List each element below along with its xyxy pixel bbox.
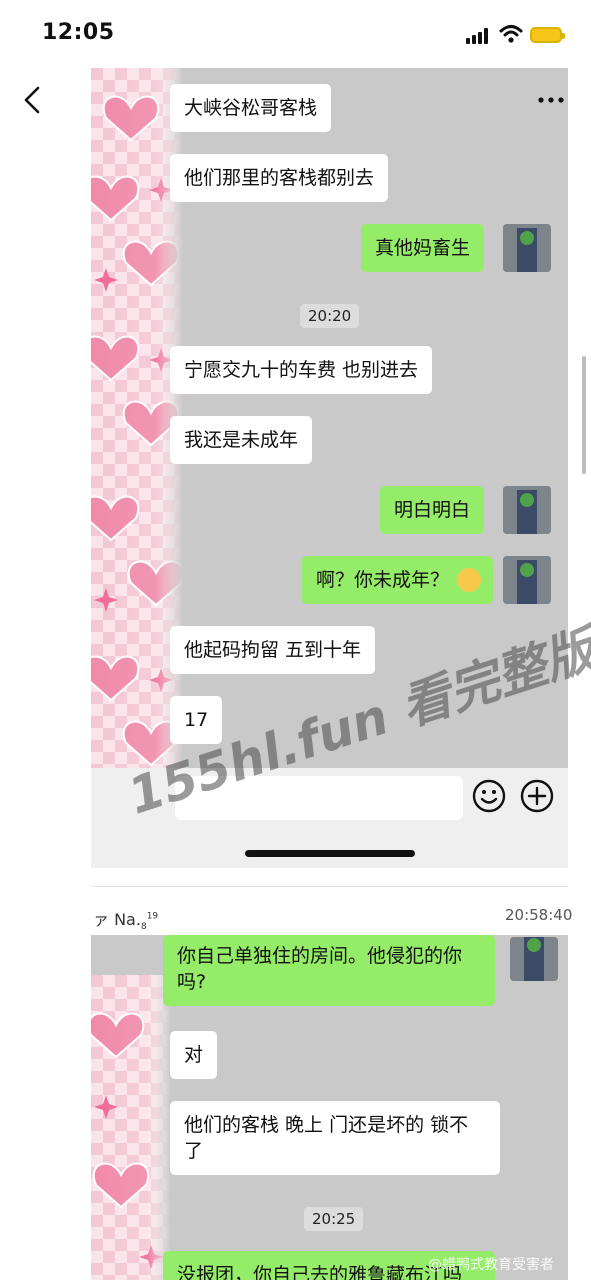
message-bubble-out: 明白明白 [380,486,485,534]
message-bubble-in: 宁愿交九十的车费 也别进去 [170,346,433,394]
message-bubble-in: 他起码拘留 五到十年 [170,626,376,674]
more-icon[interactable] [536,88,566,112]
home-indicator [245,850,415,857]
signal-icon [466,28,492,44]
message-bubble-in: 他们那里的客栈都别去 [170,154,389,202]
back-icon[interactable] [18,82,48,118]
chat-screenshot-2: 你自己单独住的房间。他侵犯的你吗? 对 他们的客栈 晚上 门还是坏的 锁不了 2… [91,935,568,1280]
status-bar: 12:05 [0,0,591,68]
emoji-icon[interactable] [471,778,507,814]
sender-name: ァ Na.819 [93,906,158,932]
battery-icon [530,27,565,43]
post-time: 20:58:40 [505,906,573,924]
emoji-face-icon [457,568,482,592]
hearts-decoration [91,975,171,1280]
wifi-icon [499,25,523,43]
avatar[interactable] [503,224,551,272]
message-bubble-out: 真他妈畜生 [361,224,485,272]
sender-name-text: ァ Na. [93,910,141,929]
message-bubble-out: 啊？你未成年？ [302,556,494,604]
sender-name-sup: 19 [146,911,159,922]
plus-icon[interactable] [519,778,555,814]
message-text: 啊？你未成年？ [316,569,450,591]
status-time: 12:05 [42,20,115,45]
avatar[interactable] [503,486,551,534]
sender-name-sub: 8 [140,922,147,933]
timestamp: 20:20 [300,304,360,328]
scrollbar[interactable] [582,356,586,474]
divider [91,886,568,887]
weibo-watermark: @蜡鸭式教育受害者 [428,1257,554,1273]
message-bubble-in: 我还是未成年 [170,416,313,464]
timestamp: 20:25 [304,1207,364,1231]
message-bubble-in: 他们的客栈 晚上 门还是坏的 锁不了 [170,1101,500,1175]
message-bubble-out: 你自己单独住的房间。他侵犯的你吗? [163,935,495,1006]
message-bubble-in: 大峡谷松哥客栈 [170,84,332,132]
avatar[interactable] [503,556,551,604]
message-bubble-in: 对 [170,1031,218,1079]
avatar[interactable] [510,937,558,981]
